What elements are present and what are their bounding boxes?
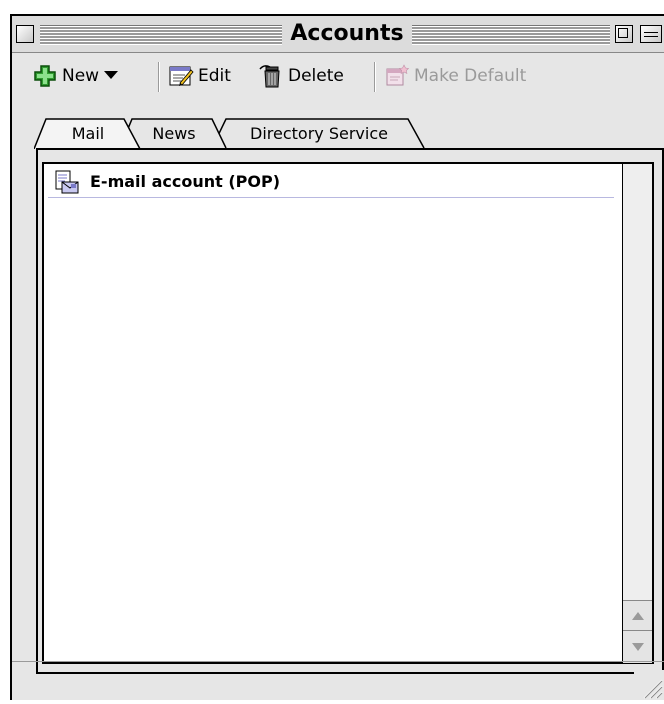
title-bar[interactable]: Accounts <box>12 16 664 53</box>
resize-grip[interactable] <box>634 670 664 700</box>
new-button[interactable]: New <box>32 62 119 90</box>
accounts-window: Accounts New Edit Delete Make Default Di… <box>10 14 664 700</box>
collapse-box-button[interactable] <box>640 25 662 43</box>
toolbar-separator <box>158 62 160 92</box>
vertical-scrollbar[interactable] <box>622 164 652 663</box>
delete-button-label: Delete <box>288 66 344 86</box>
tab-bar: Directory Service News Mail <box>12 118 664 149</box>
scroll-down-button[interactable] <box>623 630 652 663</box>
tab-label: Mail <box>71 123 105 143</box>
resize-grip-icon <box>643 679 663 699</box>
scroll-up-button[interactable] <box>623 600 652 631</box>
make-default-icon <box>384 63 410 89</box>
tab-label: Directory Service <box>250 123 388 143</box>
toolbar: New Edit Delete Make Default <box>12 58 664 94</box>
window-title: Accounts <box>282 19 412 49</box>
edit-icon <box>168 63 194 89</box>
tab-directory-service[interactable]: Directory Service <box>212 118 426 148</box>
toolbar-separator <box>374 62 376 92</box>
make-default-button[interactable]: Make Default <box>384 62 526 90</box>
email-account-icon <box>54 169 80 195</box>
title-bar-stripes-right <box>412 25 610 45</box>
status-bar <box>12 661 664 700</box>
edit-button[interactable]: Edit <box>168 62 231 90</box>
accounts-list[interactable]: E-mail account (POP) <box>42 162 654 664</box>
close-box-button[interactable] <box>16 25 34 43</box>
scroll-down-arrow-icon <box>631 643 644 651</box>
account-name: E-mail account (POP) <box>90 172 281 191</box>
chevron-down-icon <box>103 66 119 86</box>
make-default-button-label: Make Default <box>414 66 527 86</box>
tab-label: News <box>152 123 196 143</box>
title-bar-stripes-left <box>40 25 284 45</box>
tab-mail[interactable]: Mail <box>34 118 142 149</box>
scroll-up-arrow-icon <box>631 612 644 620</box>
trash-icon <box>258 63 284 89</box>
delete-button[interactable]: Delete <box>258 62 344 90</box>
new-button-label: New <box>62 66 100 86</box>
list-item[interactable]: E-mail account (POP) <box>48 166 614 198</box>
edit-button-label: Edit <box>198 66 231 86</box>
plus-icon <box>32 63 58 89</box>
zoom-box-button[interactable] <box>615 25 633 43</box>
